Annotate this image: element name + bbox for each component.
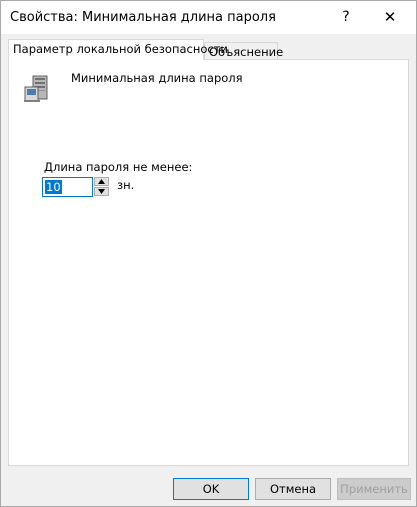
help-button[interactable]: ? — [323, 1, 369, 34]
server-policy-icon — [21, 73, 53, 105]
cancel-button[interactable]: Отмена — [255, 478, 331, 500]
min-length-label: Длина пароля не менее: — [44, 160, 193, 174]
apply-button[interactable]: Применить — [337, 478, 411, 500]
tab-local-security-setting[interactable]: Параметр локальной безопасности — [8, 39, 228, 60]
policy-name: Минимальная длина пароля — [71, 71, 243, 85]
arrow-up-icon — [98, 179, 105, 184]
spin-up-button[interactable] — [94, 177, 109, 186]
properties-dialog: Свойства: Минимальная длина пароля ? ✕ П… — [0, 0, 417, 507]
password-length-input[interactable]: 10 — [42, 177, 93, 197]
password-length-value: 10 — [45, 180, 62, 194]
tab-panel: Минимальная длина пароля Длина пароля не… — [8, 59, 409, 466]
arrow-down-icon — [98, 189, 105, 194]
title-bar: Свойства: Минимальная длина пароля ? ✕ — [1, 1, 416, 34]
window-title: Свойства: Минимальная длина пароля — [10, 10, 276, 25]
unit-label: зн. — [117, 178, 135, 192]
close-button[interactable]: ✕ — [367, 1, 413, 34]
ok-button[interactable]: OK — [173, 478, 249, 500]
spin-down-button[interactable] — [94, 187, 109, 196]
